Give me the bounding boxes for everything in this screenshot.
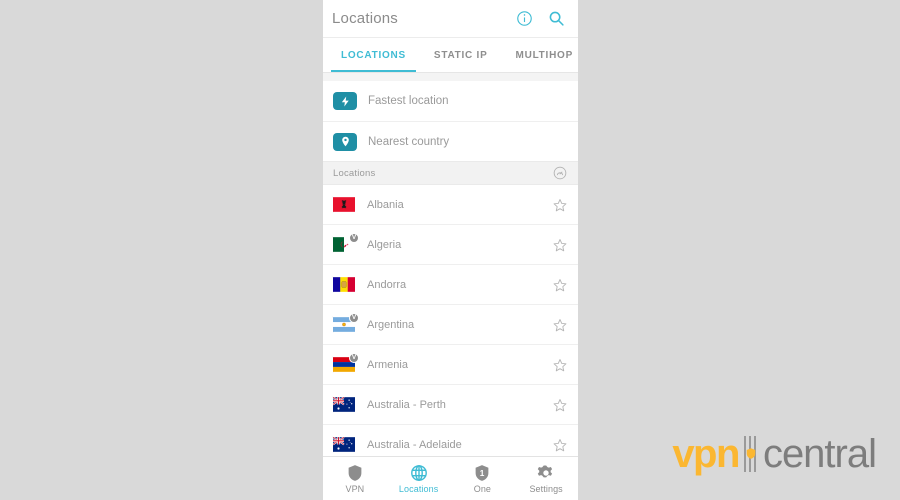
list-item[interactable]: V Argentina bbox=[323, 305, 578, 345]
flag-australia-icon bbox=[333, 397, 355, 412]
shield-one-icon: 1 bbox=[473, 464, 491, 482]
bottom-navigation: VPN Locations 1 One Settings bbox=[323, 456, 578, 500]
info-circle-icon[interactable] bbox=[516, 10, 533, 27]
flag-australia-icon bbox=[333, 437, 355, 452]
flag-wrapper: V bbox=[333, 313, 359, 332]
virtual-location-badge: V bbox=[349, 353, 359, 363]
flag-albania-icon bbox=[333, 197, 355, 212]
top-spacer bbox=[323, 73, 578, 81]
flag-wrapper bbox=[333, 197, 355, 212]
watermark-separator bbox=[741, 434, 761, 474]
watermark-central-text: central bbox=[762, 432, 877, 476]
country-name: Australia - Perth bbox=[367, 398, 446, 411]
watermark-vpn-text: vpn bbox=[672, 432, 740, 476]
quick-option-label: Fastest location bbox=[368, 95, 449, 107]
virtual-location-badge: V bbox=[349, 313, 359, 323]
shield-icon bbox=[745, 446, 757, 461]
favorite-star-icon[interactable] bbox=[553, 318, 567, 332]
locations-scroll-area[interactable]: Fastest location Nearest country Locatio… bbox=[323, 73, 578, 456]
list-item[interactable]: Albania bbox=[323, 185, 578, 225]
favorite-star-icon[interactable] bbox=[553, 198, 567, 212]
shield-icon bbox=[346, 464, 364, 482]
list-item[interactable]: V Armenia bbox=[323, 345, 578, 385]
nav-label: Settings bbox=[529, 483, 563, 494]
flag-wrapper: V bbox=[333, 353, 359, 372]
favorite-star-icon[interactable] bbox=[553, 238, 567, 252]
favorite-star-icon[interactable] bbox=[553, 358, 567, 372]
list-item[interactable]: Australia - Adelaide bbox=[323, 425, 578, 456]
gear-icon bbox=[537, 464, 555, 482]
search-icon[interactable] bbox=[548, 10, 565, 27]
flag-wrapper bbox=[333, 397, 355, 412]
nav-item-locations[interactable]: Locations bbox=[387, 457, 451, 500]
globe-icon bbox=[410, 464, 428, 482]
country-name: Australia - Adelaide bbox=[367, 438, 462, 451]
header-actions bbox=[516, 10, 565, 27]
country-list[interactable]: Albania V Algeria Andorra V Argentina V … bbox=[323, 185, 578, 456]
nav-label: Locations bbox=[398, 483, 439, 494]
page-title: Locations bbox=[332, 10, 399, 27]
flag-wrapper bbox=[333, 277, 355, 292]
list-item[interactable]: Australia - Perth bbox=[323, 385, 578, 425]
country-name: Algeria bbox=[367, 238, 402, 251]
app-header: Locations bbox=[323, 0, 578, 38]
tab-multihop[interactable]: MULTIHOP bbox=[502, 38, 578, 72]
favorite-star-icon[interactable] bbox=[553, 438, 567, 452]
section-title: Locations bbox=[333, 167, 376, 179]
locations-section-header: Locations bbox=[323, 161, 578, 185]
map-pin-icon bbox=[333, 132, 357, 151]
tab-bar: LOCATIONS STATIC IP MULTIHOP bbox=[323, 38, 578, 73]
flag-andorra-icon bbox=[333, 277, 355, 292]
nav-label: VPN bbox=[345, 483, 365, 494]
favorite-star-icon[interactable] bbox=[553, 398, 567, 412]
favorite-star-icon[interactable] bbox=[553, 278, 567, 292]
vpncentral-watermark: vpn central bbox=[672, 432, 877, 476]
list-item[interactable]: V Algeria bbox=[323, 225, 578, 265]
flag-wrapper bbox=[333, 437, 355, 452]
vpn-app-panel: Locations LOCATIONS STATIC IP MULTIHOP F… bbox=[323, 0, 578, 500]
quick-option-nearest-country[interactable]: Nearest country bbox=[323, 121, 578, 161]
quick-option-fastest-location[interactable]: Fastest location bbox=[323, 81, 578, 121]
nav-item-vpn[interactable]: VPN bbox=[323, 457, 387, 500]
country-name: Argentina bbox=[367, 318, 415, 331]
nav-item-one[interactable]: 1 One bbox=[451, 457, 515, 500]
country-name: Armenia bbox=[367, 358, 408, 371]
nav-item-settings[interactable]: Settings bbox=[514, 457, 578, 500]
screenshot-canvas: Locations LOCATIONS STATIC IP MULTIHOP F… bbox=[0, 0, 900, 500]
nav-label: One bbox=[473, 483, 492, 494]
list-item[interactable]: Andorra bbox=[323, 265, 578, 305]
country-name: Albania bbox=[367, 198, 404, 211]
country-name: Andorra bbox=[367, 278, 407, 291]
quick-option-label: Nearest country bbox=[368, 135, 450, 148]
tab-locations[interactable]: LOCATIONS bbox=[327, 38, 420, 72]
virtual-location-badge: V bbox=[349, 233, 359, 243]
flag-wrapper: V bbox=[333, 233, 359, 252]
tab-static-ip[interactable]: STATIC IP bbox=[420, 38, 502, 72]
svg-text:1: 1 bbox=[480, 469, 485, 478]
lightning-bolt-icon bbox=[333, 92, 357, 110]
speedometer-icon[interactable] bbox=[553, 166, 567, 180]
